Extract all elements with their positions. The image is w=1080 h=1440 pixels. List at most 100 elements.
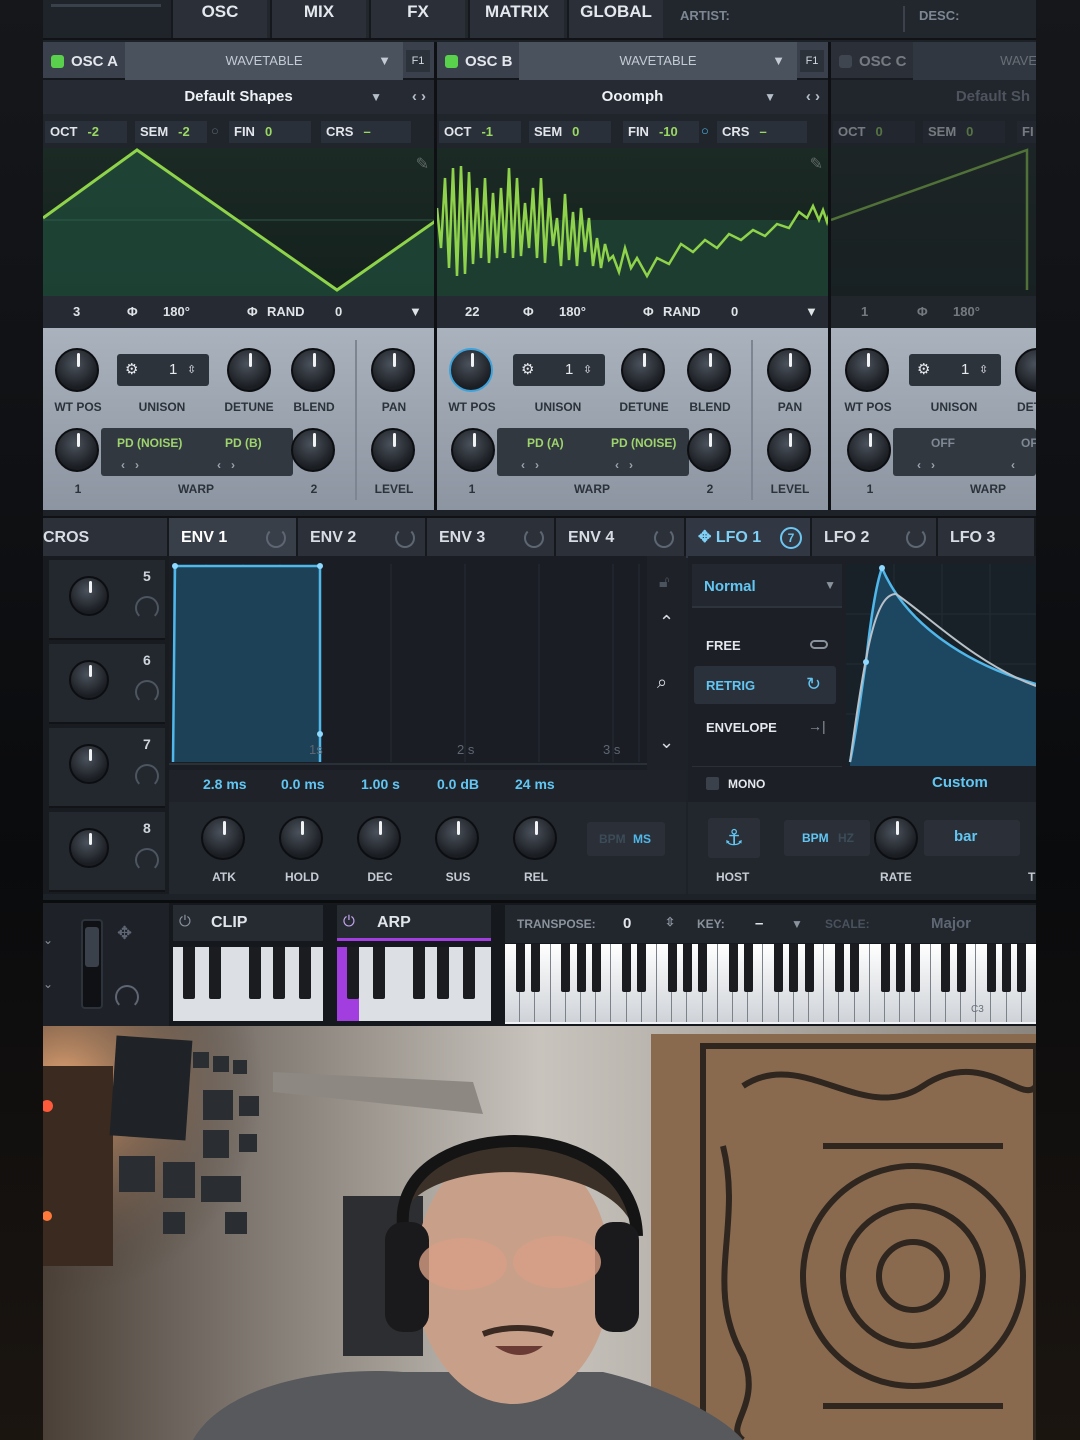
mod-source-icon[interactable] bbox=[135, 848, 159, 872]
edit-pencil-icon[interactable]: ✎ bbox=[810, 154, 823, 174]
macro-5-knob[interactable] bbox=[69, 576, 109, 616]
attack-knob[interactable] bbox=[201, 816, 245, 860]
piano-black-key[interactable] bbox=[895, 944, 905, 992]
hold-knob[interactable] bbox=[279, 816, 323, 860]
tab-env3[interactable]: ENV 3 bbox=[427, 518, 556, 558]
osc-a-warp1-knob[interactable] bbox=[55, 428, 99, 472]
piano-black-key[interactable] bbox=[561, 944, 571, 992]
tab-macros[interactable]: CROS bbox=[43, 518, 169, 558]
lfo-trig-envelope[interactable]: ENVELOPE →| bbox=[692, 708, 840, 744]
chevron-down-icon[interactable]: ▼ bbox=[791, 917, 803, 931]
osc-b-type-select[interactable]: WAVETABLE ▼ bbox=[519, 42, 797, 80]
osc-a-pan-knob[interactable] bbox=[371, 348, 415, 392]
osc-a-phase[interactable]: 180° bbox=[163, 304, 190, 319]
tab-lfo1[interactable]: ✥ LFO 1 7 bbox=[686, 518, 812, 558]
osc-b-detune-knob[interactable] bbox=[621, 348, 665, 392]
lfo1-mod-count[interactable]: 7 bbox=[780, 527, 802, 549]
osc-b-sem[interactable]: SEM 0 bbox=[529, 121, 611, 143]
mod-wheel-icon[interactable] bbox=[115, 985, 139, 1009]
osc-c-wavetable-select[interactable]: Default Sh bbox=[831, 80, 1036, 114]
osc-b-pan-knob[interactable] bbox=[767, 348, 811, 392]
link-icon[interactable]: ○ bbox=[701, 123, 709, 138]
osc-b-warp1-knob[interactable] bbox=[451, 428, 495, 472]
osc-b-filter-route[interactable]: F1 bbox=[800, 50, 824, 72]
osc-c-phase[interactable]: 180° bbox=[953, 304, 980, 319]
macro-6-knob[interactable] bbox=[69, 660, 109, 700]
anchor-icon[interactable]: ⚓︎ bbox=[708, 818, 760, 858]
chevron-icon[interactable]: ⌄ bbox=[43, 977, 53, 991]
lfo-trig-retrig[interactable]: RETRIG ↻ bbox=[694, 666, 836, 704]
osc-a-fin[interactable]: FIN 0 bbox=[229, 121, 311, 143]
lfo-shape-graph[interactable] bbox=[846, 564, 1036, 766]
bpm-hz-toggle[interactable]: BPM HZ bbox=[784, 820, 870, 856]
zoom-icon[interactable]: ⌕ bbox=[657, 672, 667, 693]
mod-source-icon[interactable] bbox=[524, 528, 544, 548]
drag-move-icon[interactable]: ✥ bbox=[117, 923, 132, 944]
osc-b-fin[interactable]: FIN -10 bbox=[623, 121, 699, 143]
osc-c-power-toggle[interactable] bbox=[839, 55, 852, 68]
arp-keyboard[interactable] bbox=[337, 947, 491, 1021]
release-knob[interactable] bbox=[513, 816, 557, 860]
stepper-arrows-icon[interactable]: ⇳ bbox=[665, 915, 675, 929]
osc-a-waveform[interactable]: ✎ bbox=[43, 148, 434, 296]
decay-value[interactable]: 1.00 s bbox=[361, 776, 400, 792]
pitch-wheel[interactable] bbox=[81, 919, 103, 1009]
piano-black-key[interactable] bbox=[698, 944, 708, 992]
hold-value[interactable]: 0.0 ms bbox=[281, 776, 325, 792]
osc-b-crs[interactable]: CRS – bbox=[717, 121, 807, 143]
power-icon[interactable]: ⏻ bbox=[179, 913, 191, 930]
piano-black-key[interactable] bbox=[850, 944, 860, 992]
osc-a-type-select[interactable]: WAVETABLE ▼ bbox=[125, 42, 403, 80]
osc-c-waveform[interactable] bbox=[831, 148, 1036, 296]
prev-next-icon[interactable]: ‹ › bbox=[412, 80, 426, 114]
piano-black-key[interactable] bbox=[682, 944, 692, 992]
osc-b-power-toggle[interactable] bbox=[445, 55, 458, 68]
osc-b-rand[interactable]: 0 bbox=[731, 304, 738, 319]
lfo-rate-value[interactable]: bar bbox=[924, 820, 1020, 856]
osc-a-warp2-knob[interactable] bbox=[291, 428, 335, 472]
lfo-mode-select[interactable]: Normal ▼ bbox=[692, 564, 842, 608]
tab-lfo3[interactable]: LFO 3 bbox=[938, 518, 1036, 558]
piano-black-key[interactable] bbox=[743, 944, 753, 992]
tab-env4[interactable]: ENV 4 bbox=[556, 518, 686, 558]
osc-c-wt-pos-knob[interactable] bbox=[845, 348, 889, 392]
piano-black-key[interactable] bbox=[1002, 944, 1012, 992]
osc-b-level-knob[interactable] bbox=[767, 428, 811, 472]
macro-8-knob[interactable] bbox=[69, 828, 109, 868]
mod-source-icon[interactable] bbox=[135, 680, 159, 704]
edit-pencil-icon[interactable]: ✎ bbox=[416, 154, 429, 174]
osc-c-detune-knob[interactable] bbox=[1015, 348, 1036, 392]
key-value[interactable]: – bbox=[755, 915, 763, 932]
link-icon[interactable]: ○ bbox=[211, 123, 219, 138]
osc-a-detune-knob[interactable] bbox=[227, 348, 271, 392]
piano-black-key[interactable] bbox=[804, 944, 814, 992]
osc-b-blend-knob[interactable] bbox=[687, 348, 731, 392]
piano-black-key[interactable] bbox=[789, 944, 799, 992]
mod-source-icon[interactable] bbox=[906, 528, 926, 548]
piano-black-key[interactable] bbox=[637, 944, 647, 992]
attack-value[interactable]: 2.8 ms bbox=[203, 776, 247, 792]
osc-c-frame[interactable]: 1 bbox=[861, 304, 868, 319]
mod-source-icon[interactable] bbox=[135, 764, 159, 788]
tab-global[interactable]: GLOBAL bbox=[567, 0, 663, 38]
osc-a-frame[interactable]: 3 bbox=[73, 304, 80, 319]
piano-black-key[interactable] bbox=[515, 944, 525, 992]
scale-value[interactable]: Major bbox=[931, 915, 971, 932]
mod-source-icon[interactable] bbox=[395, 528, 415, 548]
osc-b-wavetable-select[interactable]: Ooomph ▼ ‹ › bbox=[437, 80, 828, 114]
release-value[interactable]: 24 ms bbox=[515, 776, 555, 792]
chevron-down-icon[interactable]: ▼ bbox=[805, 304, 818, 319]
power-icon[interactable]: ⏻ bbox=[343, 913, 355, 930]
osc-a-unison-stepper[interactable]: ⚙ 1 ⇳ bbox=[117, 354, 209, 386]
bpm-ms-toggle[interactable]: BPM MS bbox=[587, 822, 665, 856]
drag-move-icon[interactable]: ✥ bbox=[698, 529, 711, 546]
piano-black-key[interactable] bbox=[941, 944, 951, 992]
osc-c-warp1-knob[interactable] bbox=[847, 428, 891, 472]
osc-a-rand[interactable]: 0 bbox=[335, 304, 342, 319]
lfo-mono-toggle[interactable]: MONO bbox=[692, 766, 842, 800]
osc-c-unison-stepper[interactable]: ⚙ 1 ⇳ bbox=[909, 354, 1001, 386]
osc-b-frame[interactable]: 22 bbox=[465, 304, 479, 319]
osc-c-fin[interactable]: FI bbox=[1017, 121, 1036, 143]
osc-a-crs[interactable]: CRS – bbox=[321, 121, 411, 143]
chevron-down-icon[interactable]: ▼ bbox=[409, 304, 422, 319]
